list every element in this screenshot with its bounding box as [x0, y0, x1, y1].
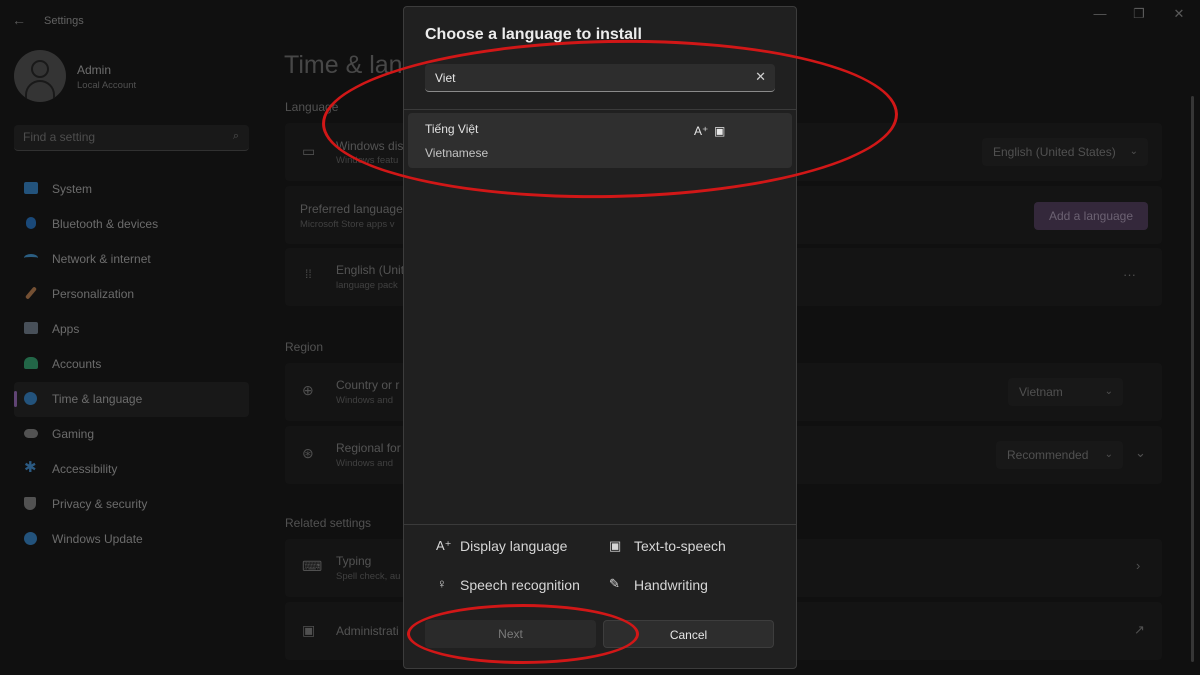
divider	[404, 524, 796, 525]
text-to-speech-icon: ▣	[609, 538, 622, 553]
annotation-ellipse-next	[407, 604, 639, 664]
feature-handwriting: Handwriting	[634, 577, 708, 593]
feature-speech-recognition: Speech recognition	[460, 577, 580, 593]
feature-display-language: Display language	[460, 538, 568, 554]
display-language-icon: A⁺	[436, 538, 452, 553]
handwriting-icon: ✎	[609, 576, 620, 591]
microphone-icon: ♀	[437, 576, 447, 591]
feature-text-to-speech: Text-to-speech	[634, 538, 726, 554]
